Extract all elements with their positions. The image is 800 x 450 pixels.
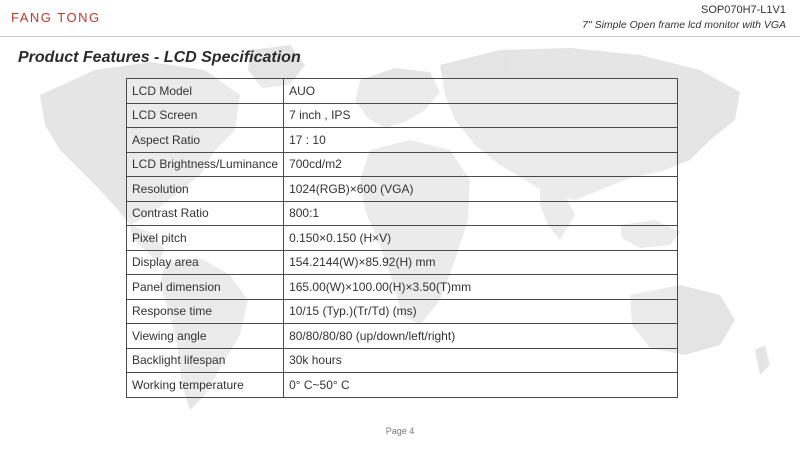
spec-label: Pixel pitch: [125, 225, 285, 251]
spec-value: 800:1: [283, 200, 678, 226]
table-row: Response time 10/15 (Typ.)(Tr/Td) (ms): [125, 298, 678, 324]
table-row: Panel dimension 165.00(W)×100.00(H)×3.50…: [125, 274, 678, 300]
spec-value: 700cd/m2: [283, 151, 678, 177]
spec-value: 80/80/80/80 (up/down/left/right): [283, 323, 678, 349]
table-row: Resolution 1024(RGB)×600 (VGA): [125, 176, 678, 202]
table-row: LCD Brightness/Luminance 700cd/m2: [125, 151, 678, 177]
spec-value: AUO: [283, 78, 678, 104]
spec-label: Aspect Ratio: [125, 127, 285, 153]
spec-value: 10/15 (Typ.)(Tr/Td) (ms): [283, 298, 678, 324]
table-row: Display area 154.2144(W)×85.92(H) mm: [125, 249, 678, 275]
document-code: SOP070H7-L1V1: [701, 4, 786, 16]
table-row: LCD Screen 7 inch , IPS: [125, 102, 678, 128]
page-number: Page 4: [385, 426, 415, 436]
spec-value: 165.00(W)×100.00(H)×3.50(T)mm: [283, 274, 678, 300]
spec-label: Panel dimension: [125, 274, 285, 300]
table-row: Backlight lifespan 30k hours: [125, 347, 678, 373]
table-row: Pixel pitch 0.150×0.150 (H×V): [125, 225, 678, 251]
lcd-spec-table: LCD Model AUO LCD Screen 7 inch , IPS As…: [125, 78, 678, 398]
spec-value: 17 : 10: [283, 127, 678, 153]
header-divider: [0, 36, 800, 37]
spec-value: 1024(RGB)×600 (VGA): [283, 176, 678, 202]
table-row: Aspect Ratio 17 : 10: [125, 127, 678, 153]
spec-label: Contrast Ratio: [125, 200, 285, 226]
table-row: Contrast Ratio 800:1: [125, 200, 678, 226]
spec-label: Resolution: [125, 176, 285, 202]
spec-label: LCD Model: [125, 78, 285, 104]
brand-logo: FANG TONG: [11, 10, 101, 25]
spec-label: LCD Screen: [125, 102, 285, 128]
spec-label: Viewing angle: [125, 323, 285, 349]
spec-label: LCD Brightness/Luminance: [125, 151, 285, 177]
page-title: Product Features - LCD Specification: [18, 49, 301, 66]
document-subtitle: 7" Simple Open frame lcd monitor with VG…: [582, 19, 786, 31]
table-row: LCD Model AUO: [125, 78, 678, 104]
table-row: Viewing angle 80/80/80/80 (up/down/left/…: [125, 323, 678, 349]
spec-value: 154.2144(W)×85.92(H) mm: [283, 249, 678, 275]
spec-value: 0° C~50° C: [283, 372, 678, 398]
spec-label: Working temperature: [125, 372, 285, 398]
table-row: Working temperature 0° C~50° C: [125, 372, 678, 398]
spec-label: Response time: [125, 298, 285, 324]
spec-label: Display area: [125, 249, 285, 275]
spec-value: 0.150×0.150 (H×V): [283, 225, 678, 251]
spec-label: Backlight lifespan: [125, 347, 285, 373]
spec-value: 30k hours: [283, 347, 678, 373]
spec-value: 7 inch , IPS: [283, 102, 678, 128]
